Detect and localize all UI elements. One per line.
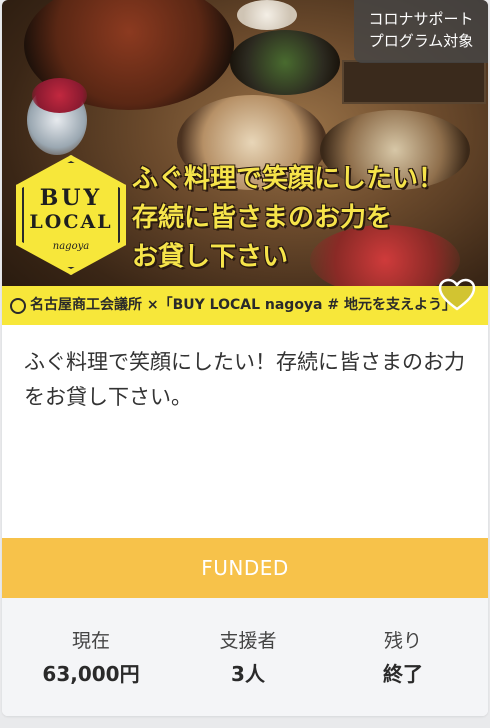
badge-line: コロナサポート (368, 10, 474, 28)
stat-remaining: 残り 終了 (322, 628, 484, 690)
food-image-small-bowl (237, 0, 297, 30)
food-image-bowl (230, 30, 340, 95)
stat-current-amount: 現在 63,000円 (10, 628, 172, 690)
catchcopy-line: お貸し下さい (132, 242, 289, 272)
badge-line: プログラム対象 (368, 32, 474, 50)
project-card[interactable]: BUY LOCAL nagoya ふぐ料理で笑顔にしたい！ 存続に皆さまのお力を… (2, 0, 488, 716)
hero-footer-banner: 名古屋商工会議所 ×「BUY LOCAL nagoya # 地元を支えよう」 (2, 286, 488, 325)
stat-value: 3人 (231, 662, 265, 686)
heart-outline-icon[interactable] (438, 278, 476, 312)
food-image-box (342, 60, 486, 104)
project-title[interactable]: ふぐ料理で笑顔にしたい！存続に皆さまのお力をお貸し下さい。 (24, 345, 468, 415)
funded-status-bar: FUNDED (2, 538, 488, 598)
chamber-mark-icon (10, 298, 26, 314)
hero-footer-text: 名古屋商工会議所 ×「BUY LOCAL nagoya # 地元を支えよう」 (30, 297, 456, 313)
catchcopy-line: ふぐ料理で笑顔にしたい！ (132, 164, 445, 194)
food-image-flower (32, 78, 87, 113)
logo-nagoya-text: nagoya (52, 241, 90, 252)
stat-value: 63,000円 (42, 662, 140, 686)
catchcopy-line: 存続に皆さまのお力を (132, 203, 393, 233)
stat-supporters: 支援者 3人 (167, 628, 329, 690)
buy-local-logo: BUY LOCAL nagoya (16, 155, 126, 275)
corona-support-badge: コロナサポート プログラム対象 (354, 0, 488, 63)
stat-label: 現在 (71, 630, 110, 652)
stat-label: 残り (383, 630, 422, 652)
stat-label: 支援者 (219, 630, 277, 652)
project-hero-image[interactable]: BUY LOCAL nagoya ふぐ料理で笑顔にしたい！ 存続に皆さまのお力を… (2, 0, 488, 325)
project-stats: 現在 63,000円 支援者 3人 残り 終了 (2, 598, 488, 716)
stat-value: 終了 (383, 662, 423, 686)
logo-local-text: LOCAL (29, 211, 113, 233)
logo-buy-text: BUY (39, 185, 103, 211)
hero-catchcopy: ふぐ料理で笑顔にしたい！ 存続に皆さまのお力を お貸し下さい (132, 160, 444, 277)
